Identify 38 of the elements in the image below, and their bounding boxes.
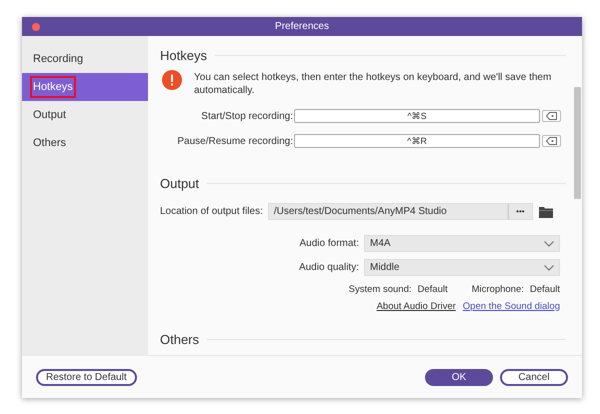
field-label: Start/Stop recording: xyxy=(200,110,293,122)
hotkey-field[interactable]: ^⌘S xyxy=(294,109,540,123)
browse-button[interactable]: ••• xyxy=(508,203,533,220)
link[interactable]: Open the Sound dialog xyxy=(462,301,560,312)
section-heading: Hotkeys xyxy=(160,48,207,63)
section-heading: Output xyxy=(160,176,200,191)
field-label: Audio quality: xyxy=(298,262,359,273)
field-label: Audio format: xyxy=(300,238,359,249)
hotkey-field[interactable]: ^⌘R xyxy=(294,134,540,148)
sidebar-item[interactable]: Recording xyxy=(22,45,148,73)
field-label: Pause/Resume recording: xyxy=(176,136,293,146)
field-label: Location of output files: xyxy=(160,206,263,217)
cancel-button[interactable]: Cancel xyxy=(500,368,568,386)
clear-button[interactable] xyxy=(542,135,561,147)
warning-icon xyxy=(162,70,182,90)
window-title: Preferences xyxy=(274,21,330,32)
path-field[interactable]: /Users/test/Documents/AnyMP4 Studio xyxy=(268,203,508,220)
clear-button[interactable] xyxy=(542,110,561,122)
link[interactable]: About Audio Driver xyxy=(376,301,456,312)
chevron-icon xyxy=(544,240,554,246)
restore-default-button[interactable]: Restore to Default xyxy=(36,368,137,386)
info-label: System sound: xyxy=(348,284,412,295)
backspace-icon xyxy=(546,137,557,145)
dropdown[interactable]: Middle xyxy=(364,259,560,276)
dropdown[interactable]: M4A xyxy=(364,235,560,252)
sidebar-item[interactable]: Others xyxy=(22,129,148,157)
folder-icon[interactable] xyxy=(538,206,553,218)
sidebar-item[interactable]: Output xyxy=(22,101,148,129)
info-value: Default xyxy=(418,284,448,295)
backspace-icon xyxy=(546,112,557,120)
info-value: Default xyxy=(530,284,560,295)
scrollbar-thumb[interactable] xyxy=(574,87,580,199)
section-heading: Others xyxy=(160,332,200,347)
ok-button[interactable]: OK xyxy=(425,368,493,386)
chevron-icon xyxy=(544,264,554,270)
notice-text: You can select hotkeys, then enter the hotkeys on keyboard, and we'll save them automatically. xyxy=(194,71,552,97)
sidebar-item[interactable]: Hotkeys xyxy=(22,73,148,101)
info-label: Microphone: xyxy=(472,284,524,295)
